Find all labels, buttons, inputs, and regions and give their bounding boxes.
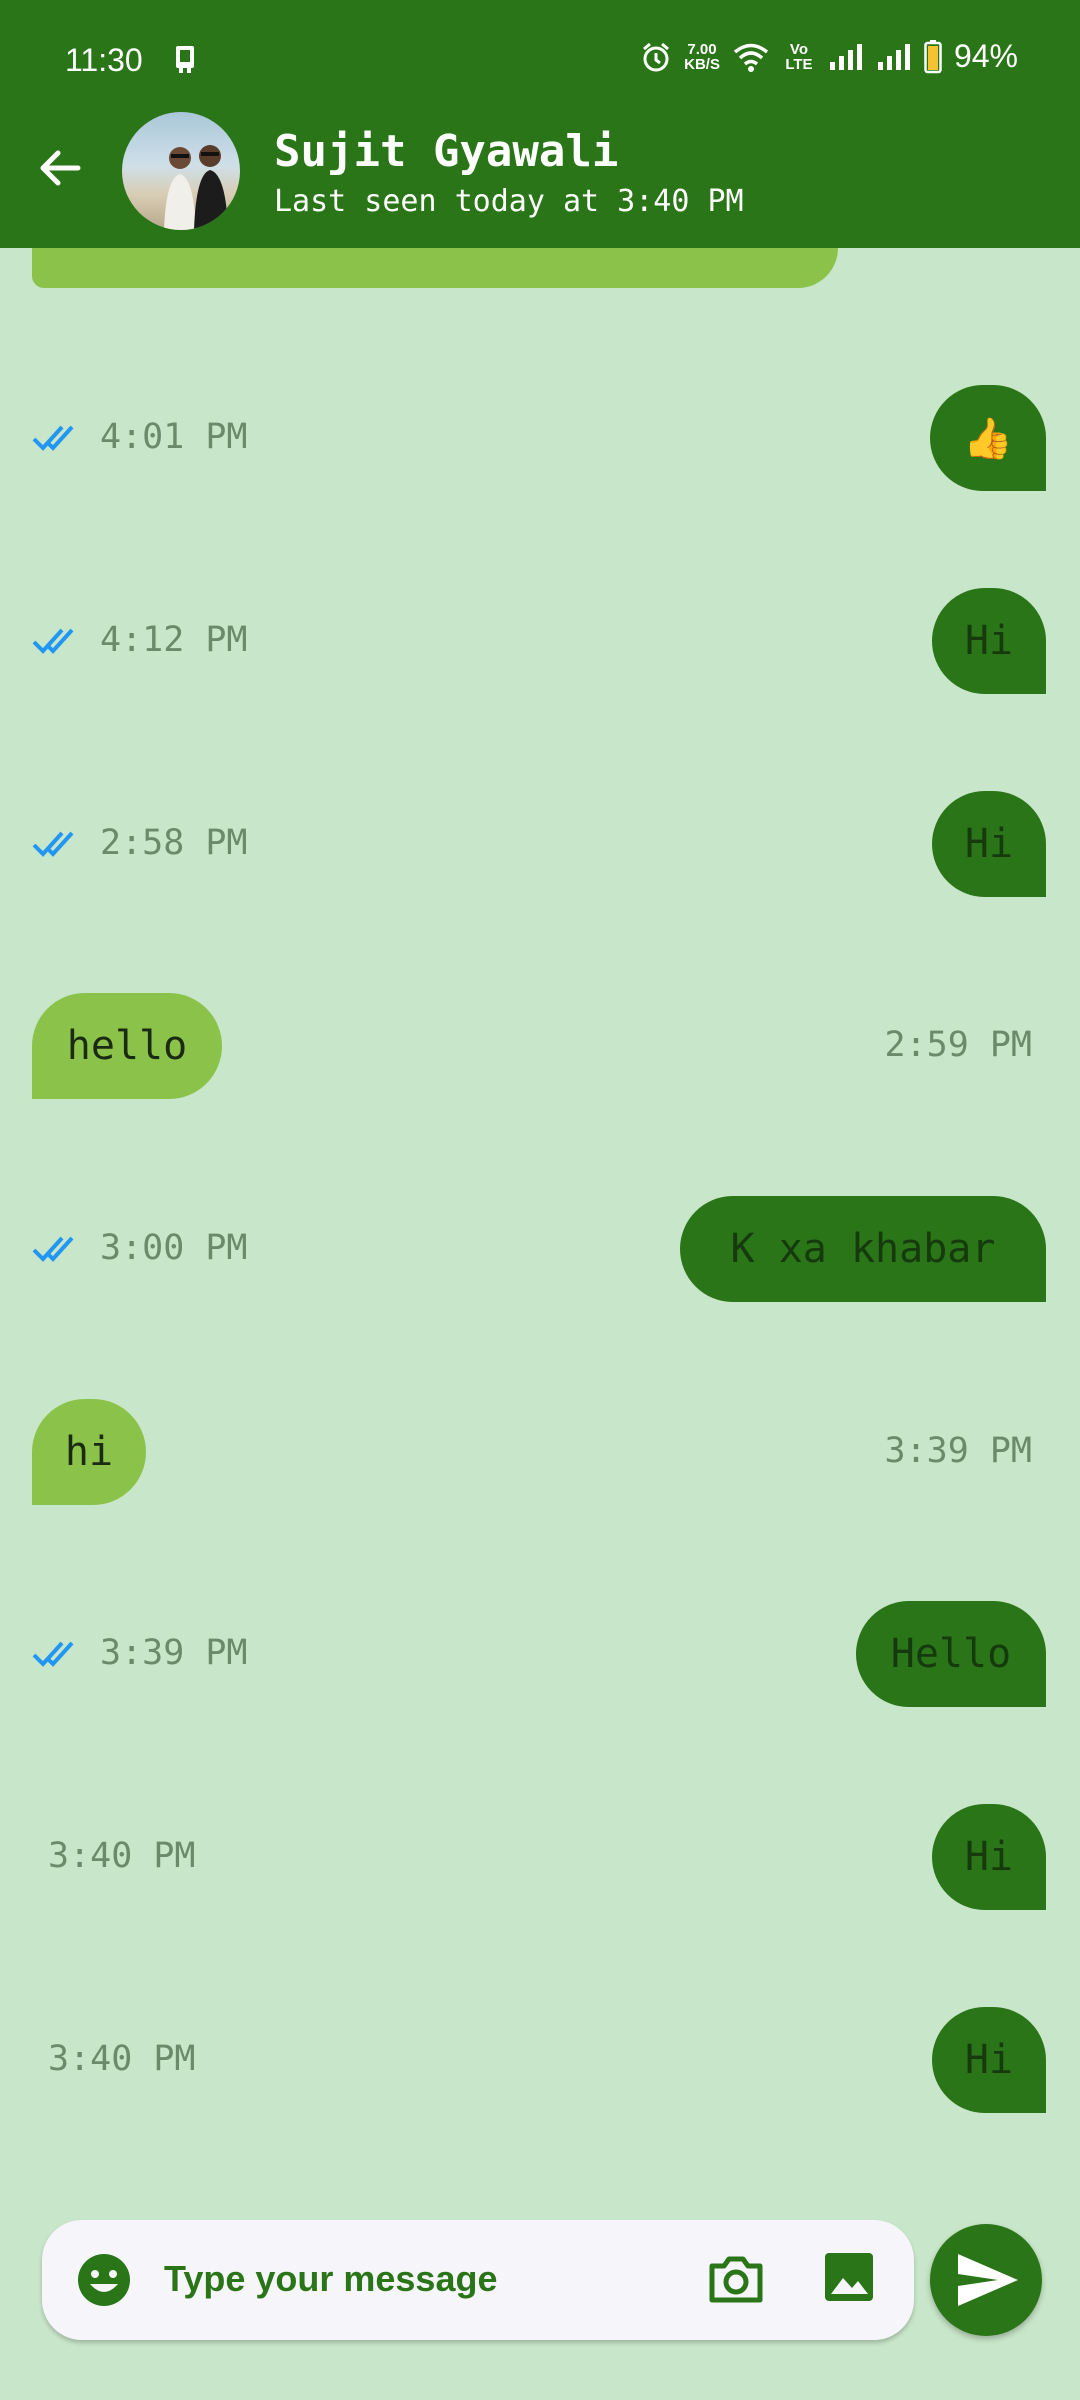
message-time: 3:39 PM: [100, 1633, 248, 1673]
contact-name[interactable]: Sujit Gyawali: [274, 126, 618, 177]
signal-icon: [829, 43, 862, 70]
message-text: hi: [64, 1429, 114, 1475]
message-text: hello: [66, 1023, 188, 1069]
outgoing-message-bubble[interactable]: Hi: [932, 791, 1046, 897]
alarm-icon: [643, 42, 670, 71]
outgoing-message-bubble[interactable]: Hi: [932, 2007, 1046, 2113]
outgoing-message-bubble[interactable]: Hi: [932, 1804, 1046, 1910]
message-time: 2:58 PM: [100, 823, 248, 863]
app-bar: 11:30 7.00 KB/S Vo LTE 94% Sujit Gyawali…: [0, 0, 1080, 248]
status-bar: 11:30 7.00 KB/S Vo LTE 94%: [0, 0, 1080, 120]
signal-icon-2: [877, 43, 910, 70]
wifi-icon: [733, 43, 769, 72]
message-row: hello 2:59 PM: [0, 993, 1080, 1099]
message-row: hi 3:39 PM: [0, 1399, 1080, 1505]
message-row: 3:40 PM Hi: [0, 2007, 1080, 2113]
message-text: Hi: [964, 821, 1014, 867]
message-row: 4:12 PM Hi: [0, 588, 1080, 694]
outgoing-message-bubble[interactable]: 👍: [930, 385, 1046, 491]
battery-icon: [924, 39, 942, 73]
message-text: Hi: [964, 2037, 1014, 2083]
message-time: 3:40 PM: [48, 1836, 196, 1876]
status-icons: 7.00 KB/S Vo LTE 94%: [640, 38, 1018, 75]
read-ticks-icon: [32, 1641, 74, 1667]
message-text: Hi: [964, 1834, 1014, 1880]
message-row: 3:00 PM K xa khabar: [0, 1196, 1080, 1302]
message-text: Hello: [890, 1631, 1012, 1677]
battery-percent: 94%: [953, 38, 1018, 74]
read-ticks-icon: [32, 425, 74, 451]
speed-unit: KB/S: [684, 55, 720, 73]
message-text: 👍: [963, 415, 1013, 462]
previous-message-bubble[interactable]: [32, 248, 838, 288]
message-row: 2:58 PM Hi: [0, 791, 1080, 897]
outgoing-message-bubble[interactable]: Hello: [856, 1601, 1046, 1707]
contact-avatar[interactable]: [122, 112, 240, 230]
send-button[interactable]: [930, 2224, 1042, 2336]
message-time: 3:00 PM: [100, 1228, 248, 1268]
message-row: 4:01 PM 👍: [0, 385, 1080, 491]
message-text: K xa khabar: [730, 1226, 996, 1272]
message-time: 3:40 PM: [48, 2039, 196, 2079]
message-row: 3:39 PM Hello: [0, 1601, 1080, 1707]
read-ticks-icon: [32, 628, 74, 654]
incoming-message-bubble[interactable]: hi: [32, 1399, 146, 1505]
read-ticks-icon: [32, 831, 74, 857]
gallery-icon[interactable]: [822, 2250, 876, 2304]
message-row: 3:40 PM Hi: [0, 1804, 1080, 1910]
speed-value: 7.00: [687, 40, 717, 58]
incoming-message-bubble[interactable]: hello: [32, 993, 222, 1099]
outgoing-message-bubble[interactable]: K xa khabar: [680, 1196, 1046, 1302]
outgoing-message-bubble[interactable]: Hi: [932, 588, 1046, 694]
message-time: 4:12 PM: [100, 620, 248, 660]
message-time: 4:01 PM: [100, 417, 248, 457]
send-icon: [958, 2254, 1018, 2306]
message-text: Hi: [964, 618, 1014, 664]
volte-label: Vo LTE: [785, 40, 813, 73]
avatar-photo: [164, 145, 228, 230]
message-input[interactable]: Type your message: [164, 2258, 497, 2300]
arrow-back-icon[interactable]: [36, 144, 84, 192]
network-speed: 7.00 KB/S: [684, 42, 720, 72]
message-time: 2:59 PM: [884, 1025, 1032, 1065]
message-time: 3:39 PM: [884, 1431, 1032, 1471]
status-time: 11:30: [65, 42, 143, 78]
emoji-icon[interactable]: [76, 2252, 132, 2308]
camera-icon[interactable]: [706, 2250, 766, 2310]
message-composer: Type your message: [42, 2220, 914, 2340]
screen-cast-icon: [176, 46, 194, 73]
read-ticks-icon: [32, 1236, 74, 1262]
last-seen-status: Last seen today at 3:40 PM: [274, 184, 744, 219]
